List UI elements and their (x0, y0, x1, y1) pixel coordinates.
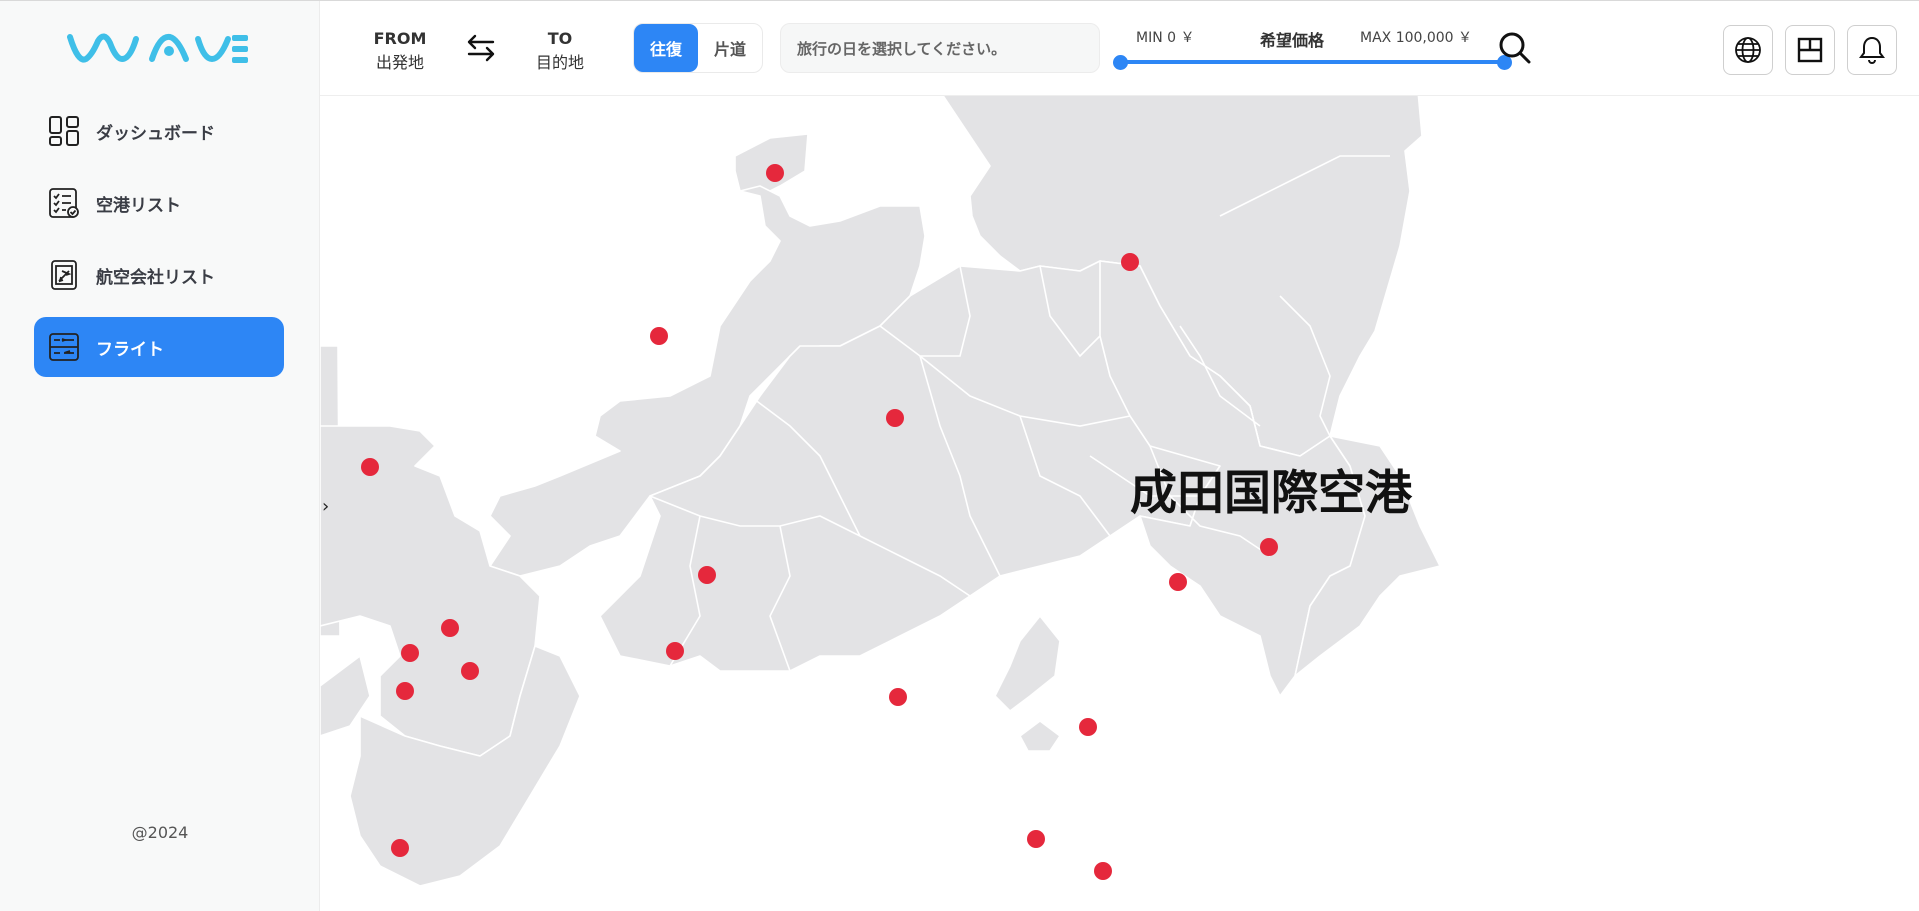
sidebar-nav: ダッシュボード 空港リスト 航空会社リスト フライト (34, 101, 284, 389)
airport-marker (1121, 253, 1139, 271)
search-icon[interactable] (1498, 31, 1532, 65)
sidebar-item-label: ダッシュボード (96, 123, 215, 144)
bell-icon (1859, 36, 1885, 64)
sidebar-item-flights[interactable]: フライト (34, 317, 284, 377)
airport-marker (666, 642, 684, 660)
sidebar: ダッシュボード 空港リスト 航空会社リスト フライト @2024 (0, 1, 320, 911)
price-min-label: MIN 0 ￥ (1136, 30, 1195, 46)
wave-logo[interactable] (66, 29, 250, 69)
from-selector[interactable]: FROM 出発地 (370, 27, 430, 75)
airport-marker (1027, 830, 1045, 848)
airport-marker (1094, 862, 1112, 880)
language-button[interactable] (1723, 25, 1773, 75)
copyright-text: @2024 (131, 823, 189, 842)
airport-marker (441, 619, 459, 637)
airport-marker (698, 566, 716, 584)
sidebar-item-label: フライト (96, 339, 164, 360)
price-range-slider: MIN 0 ￥ 希望価格 MAX 100,000 ￥ (1113, 27, 1512, 77)
price-title: 希望価格 (1260, 31, 1325, 50)
airport-marker (391, 839, 409, 857)
from-sub-label: 出発地 (375, 53, 424, 72)
checklist-icon (48, 187, 80, 219)
chevron-right-icon[interactable]: › (322, 496, 329, 517)
swap-icon[interactable] (464, 31, 498, 65)
sidebar-item-airlines[interactable]: 航空会社リスト (34, 245, 284, 305)
one-way-option[interactable]: 片道 (698, 24, 762, 72)
price-max-label: MAX 100,000 ￥ (1360, 30, 1473, 46)
airport-marker (1169, 573, 1187, 591)
airport-marker (396, 682, 414, 700)
price-min-handle[interactable] (1113, 55, 1128, 70)
layout-icon (1797, 37, 1823, 63)
to-sub-label: 目的地 (535, 53, 584, 72)
airport-marker (766, 164, 784, 182)
to-label: TO (547, 29, 573, 48)
japan-map[interactable] (320, 96, 1919, 911)
dashboard-icon (48, 115, 80, 147)
flight-map[interactable]: 成田国際空港 › (320, 96, 1919, 911)
sidebar-item-dashboard[interactable]: ダッシュボード (34, 101, 284, 161)
sidebar-item-airports[interactable]: 空港リスト (34, 173, 284, 233)
airline-icon (48, 259, 80, 291)
flight-board-icon (48, 331, 80, 363)
from-label: FROM (373, 29, 427, 48)
price-slider-track[interactable] (1120, 60, 1505, 64)
airport-marker (886, 409, 904, 427)
to-selector[interactable]: TO 目的地 (530, 27, 590, 75)
layout-button[interactable] (1785, 25, 1835, 75)
sidebar-item-label: 空港リスト (96, 195, 181, 216)
airport-marker (401, 644, 419, 662)
airport-marker (1260, 538, 1278, 556)
travel-date-input[interactable]: 旅行の日を選択してください。 (780, 23, 1100, 73)
selected-airport-label: 成田国際空港 (1130, 466, 1412, 521)
airport-marker (1079, 718, 1097, 736)
airport-marker (461, 662, 479, 680)
airport-marker (361, 458, 379, 476)
round-trip-option[interactable]: 往復 (634, 24, 698, 72)
airport-marker (889, 688, 907, 706)
sidebar-item-label: 航空会社リスト (96, 267, 215, 288)
trip-type-toggle: 往復 片道 (633, 23, 763, 73)
top-header: FROM 出発地 TO 目的地 往復 片道 旅行の日を選択してください。 MIN… (320, 1, 1919, 96)
globe-icon (1735, 37, 1761, 63)
airport-marker (650, 327, 668, 345)
notifications-button[interactable] (1847, 25, 1897, 75)
